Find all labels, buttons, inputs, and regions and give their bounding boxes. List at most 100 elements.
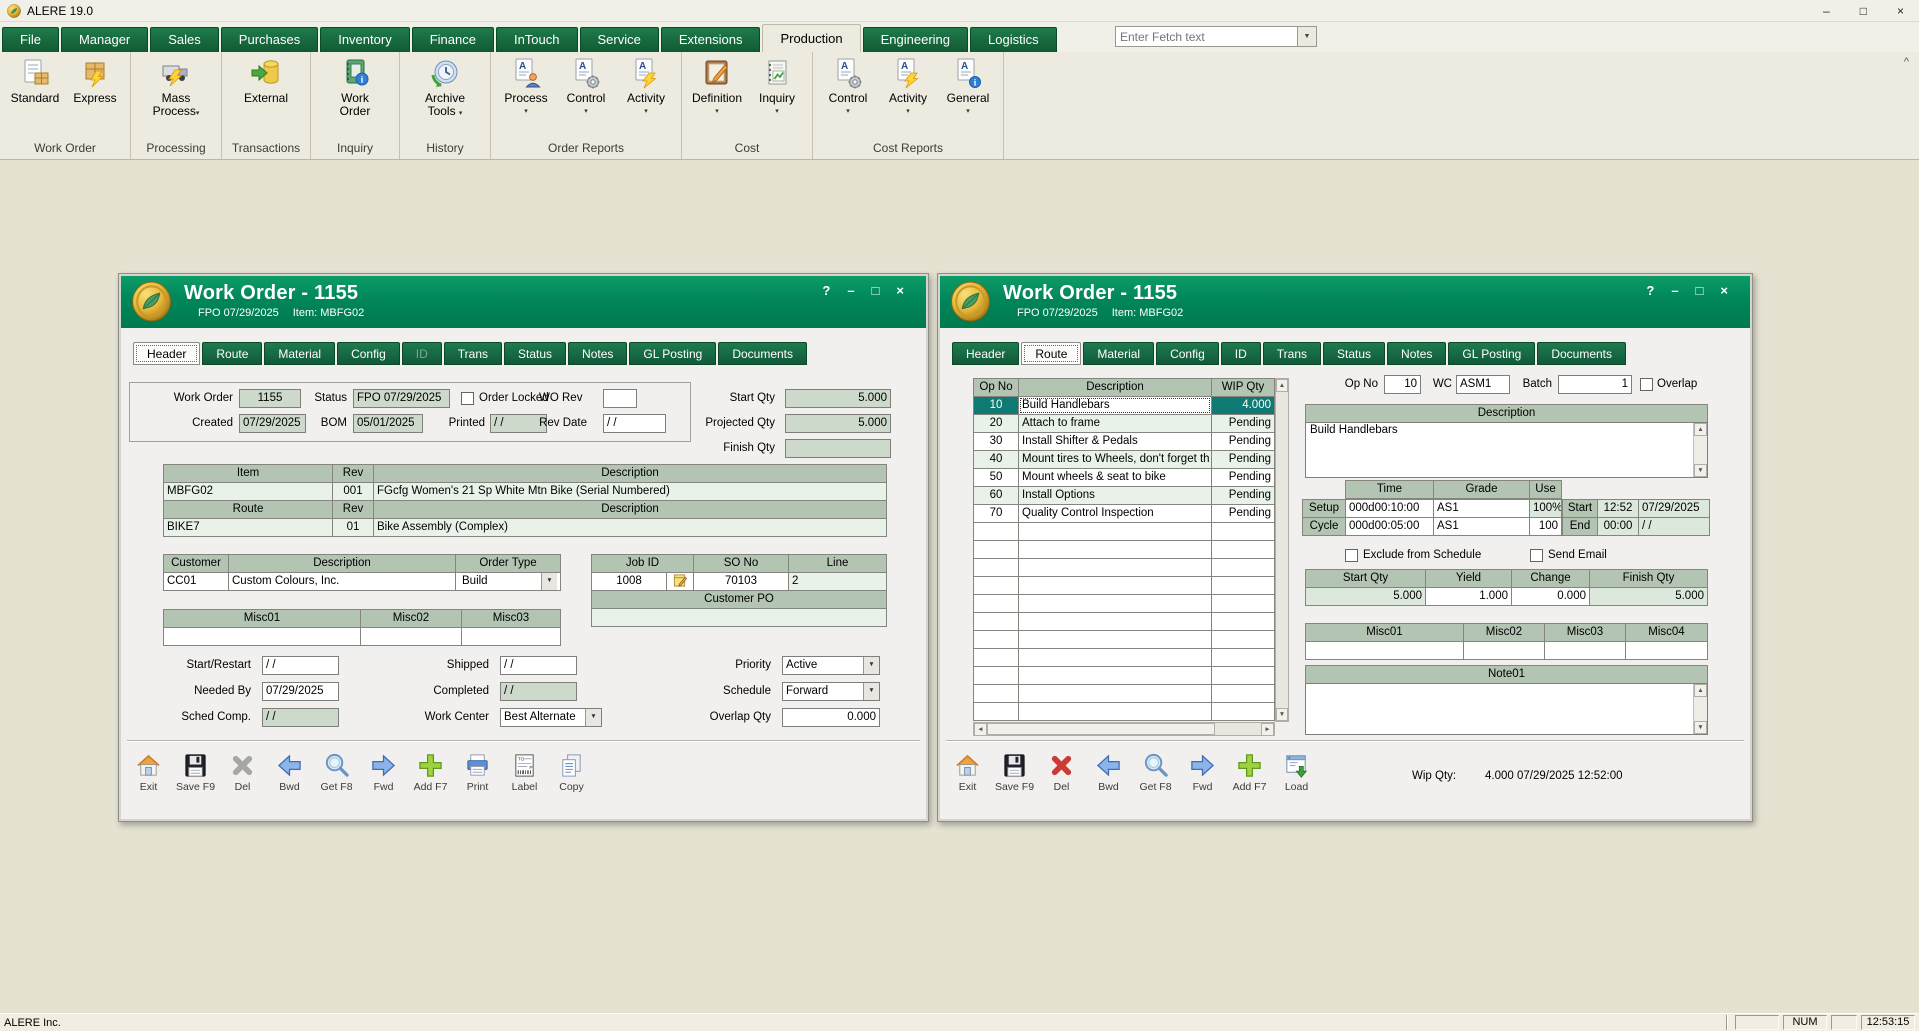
help-button[interactable]: ? — [1646, 283, 1654, 298]
menu-tab-sales[interactable]: Sales — [150, 27, 219, 52]
misc03-cell[interactable] — [462, 628, 560, 645]
rev-date-field[interactable]: / / — [603, 414, 666, 433]
change-cell[interactable]: 0.000 — [1512, 588, 1589, 605]
tab-config[interactable]: Config — [1156, 342, 1219, 365]
delete-button[interactable]: Del — [219, 752, 266, 793]
tab-documents[interactable]: Documents — [718, 342, 807, 365]
app-minimize-button[interactable]: – — [1823, 4, 1830, 18]
grid-vertical-scrollbar[interactable]: ▲ ▼ — [1275, 378, 1289, 722]
scroll-up-icon[interactable]: ▲ — [1694, 423, 1707, 436]
send-email-checkbox[interactable] — [1530, 549, 1543, 562]
cycle-use-cell[interactable]: 100 — [1530, 518, 1561, 535]
close-button[interactable]: × — [1720, 283, 1728, 298]
tab-gl-posting[interactable]: GL Posting — [629, 342, 716, 365]
dropdown-arrow-icon[interactable]: ▼ — [585, 709, 601, 726]
order-locked-checkbox[interactable] — [461, 392, 474, 405]
dropdown-arrow-icon[interactable]: ▼ — [863, 657, 879, 674]
grid-wip-cell[interactable]: Pending — [1212, 433, 1274, 450]
misc02-cell[interactable] — [1464, 642, 1544, 659]
route-cell[interactable]: BIKE7 — [164, 519, 332, 536]
job-edit-cell[interactable] — [667, 573, 693, 590]
save-button[interactable]: Save F9 — [172, 752, 219, 793]
add-button[interactable]: Add F7 — [1226, 752, 1273, 793]
save-button[interactable]: Save F9 — [991, 752, 1038, 793]
scroll-down-icon[interactable]: ▼ — [1694, 721, 1707, 734]
get-button[interactable]: Get F8 — [1132, 752, 1179, 793]
misc03-cell[interactable] — [1545, 642, 1625, 659]
work-center-dropdown[interactable]: Best Alternate▼ — [500, 708, 602, 727]
menu-tab-inventory[interactable]: Inventory — [320, 27, 409, 52]
tab-status[interactable]: Status — [504, 342, 566, 365]
scroll-up-icon[interactable]: ▲ — [1694, 684, 1707, 697]
menu-tab-intouch[interactable]: InTouch — [496, 27, 578, 52]
tab-config[interactable]: Config — [337, 342, 400, 365]
exclude-from-schedule-checkbox[interactable] — [1345, 549, 1358, 562]
grid-op-cell[interactable]: 20 — [974, 415, 1018, 432]
tab-gl-posting[interactable]: GL Posting — [1448, 342, 1535, 365]
start-restart-field[interactable]: / / — [262, 656, 339, 675]
scrollbar-thumb[interactable] — [987, 723, 1215, 735]
work-order-inquiry-button[interactable]: i Work Order — [325, 57, 385, 118]
yield-cell[interactable]: 1.000 — [1426, 588, 1511, 605]
grid-description-cell[interactable]: Build Handlebars — [1019, 397, 1211, 414]
exit-button[interactable]: Exit — [944, 752, 991, 793]
minimize-button[interactable]: – — [1671, 283, 1678, 298]
setup-grade-cell[interactable]: AS1 — [1434, 500, 1529, 517]
tab-trans[interactable]: Trans — [444, 342, 502, 365]
menu-tab-extensions[interactable]: Extensions — [661, 27, 761, 52]
tab-header[interactable]: Header — [952, 342, 1019, 365]
grid-wip-cell[interactable]: 4.000 — [1212, 397, 1274, 414]
grid-description-cell[interactable]: Mount wheels & seat to bike — [1019, 469, 1211, 486]
misc01-cell[interactable] — [164, 628, 360, 645]
scroll-down-icon[interactable]: ▼ — [1694, 464, 1707, 477]
minimize-button[interactable]: – — [847, 283, 854, 298]
forward-button[interactable]: Fwd — [360, 752, 407, 793]
get-button[interactable]: Get F8 — [313, 752, 360, 793]
tab-status[interactable]: Status — [1323, 342, 1385, 365]
batch-field[interactable]: 1 — [1558, 375, 1632, 394]
tab-route[interactable]: Route — [202, 342, 262, 365]
forward-button[interactable]: Fwd — [1179, 752, 1226, 793]
app-close-button[interactable]: × — [1897, 4, 1904, 18]
maximize-button[interactable]: □ — [1696, 283, 1704, 298]
scroll-down-icon[interactable]: ▼ — [1276, 708, 1288, 721]
customer-cell[interactable]: CC01 — [164, 573, 228, 590]
op-description-textarea[interactable]: Build Handlebars ▲ ▼ — [1305, 422, 1708, 478]
backward-button[interactable]: Bwd — [1085, 752, 1132, 793]
grid-description-cell[interactable]: Quality Control Inspection — [1019, 505, 1211, 522]
menu-tab-production[interactable]: Production — [762, 24, 860, 52]
tab-header[interactable]: Header — [133, 342, 200, 365]
grid-op-cell[interactable]: 70 — [974, 505, 1018, 522]
tab-notes[interactable]: Notes — [1387, 342, 1446, 365]
app-maximize-button[interactable]: □ — [1860, 4, 1867, 18]
menu-tab-service[interactable]: Service — [580, 27, 659, 52]
tab-material[interactable]: Material — [264, 342, 335, 365]
archive-tools-button[interactable]: Archive Tools ▾ — [409, 57, 481, 120]
grid-op-cell[interactable]: 60 — [974, 487, 1018, 504]
needed-by-field[interactable]: 07/29/2025 — [262, 682, 339, 701]
misc01-cell[interactable] — [1306, 642, 1463, 659]
grid-wip-cell[interactable]: Pending — [1212, 505, 1274, 522]
overlap-qty-field[interactable]: 0.000 — [782, 708, 880, 727]
cycle-grade-cell[interactable]: AS1 — [1434, 518, 1529, 535]
note-textarea[interactable]: ▲ ▼ — [1305, 683, 1708, 735]
cost-inquiry-button[interactable]: Inquiry ▾ — [747, 57, 807, 115]
grid-description-cell[interactable]: Mount tires to Wheels, don't forget th — [1019, 451, 1211, 468]
cycle-time-cell[interactable]: 000d00:05:00 — [1346, 518, 1433, 535]
grid-description-cell[interactable]: Install Options — [1019, 487, 1211, 504]
tab-documents[interactable]: Documents — [1537, 342, 1626, 365]
activity-reports-button[interactable]: A Activity ▾ — [616, 57, 676, 115]
scroll-left-icon[interactable]: ◄ — [974, 723, 987, 736]
standard-button[interactable]: Standard — [5, 57, 65, 105]
menu-tab-file[interactable]: File — [2, 27, 59, 52]
grid-op-cell[interactable]: 30 — [974, 433, 1018, 450]
so-no-cell[interactable]: 70103 — [694, 573, 788, 590]
menu-tab-finance[interactable]: Finance — [412, 27, 494, 52]
grid-wip-cell[interactable]: Pending — [1212, 487, 1274, 504]
scroll-up-icon[interactable]: ▲ — [1276, 379, 1288, 392]
load-button[interactable]: Load — [1273, 752, 1320, 793]
delete-button[interactable]: Del — [1038, 752, 1085, 793]
wc-field[interactable]: ASM1 — [1456, 375, 1510, 394]
menu-tab-engineering[interactable]: Engineering — [863, 27, 968, 52]
grid-wip-cell[interactable]: Pending — [1212, 469, 1274, 486]
